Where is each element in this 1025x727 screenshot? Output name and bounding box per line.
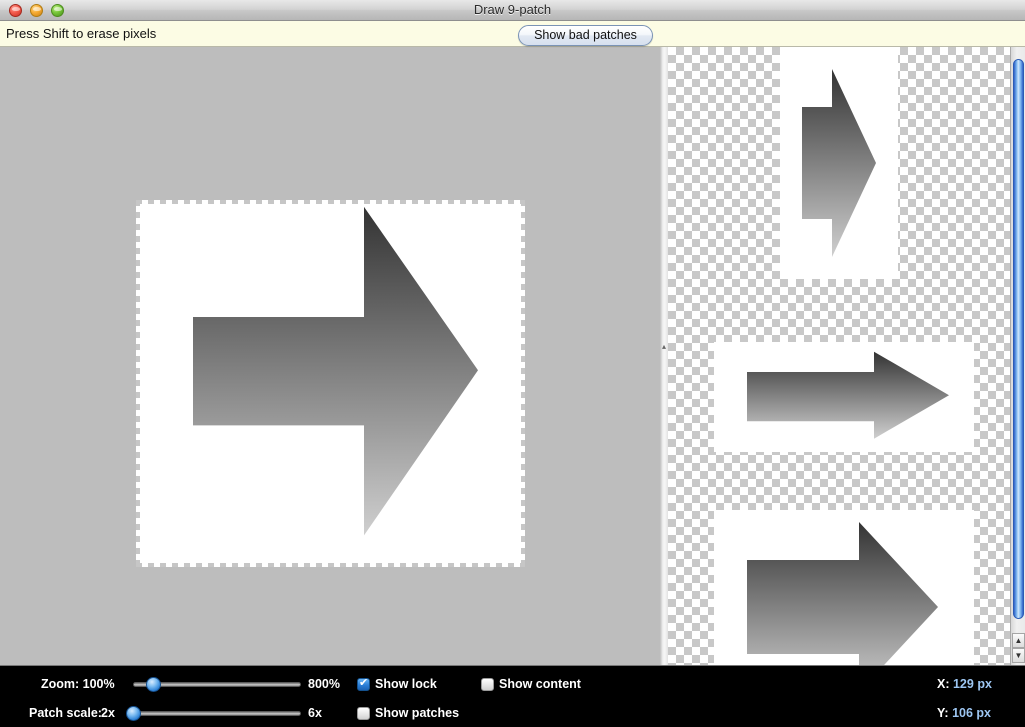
show-patches-checkbox[interactable]: [357, 707, 370, 720]
x-coordinate-value: 129 px: [952, 677, 992, 691]
show-content-label[interactable]: Show content: [499, 677, 581, 691]
close-button[interactable]: [9, 4, 22, 17]
pane-splitter[interactable]: ▴: [660, 47, 668, 665]
minimize-button[interactable]: [30, 4, 43, 17]
patch-scale-min-label: 2x: [101, 706, 115, 720]
scrollbar-thumb[interactable]: [1013, 59, 1024, 619]
window-title: Draw 9-patch: [473, 2, 552, 17]
guide-line-bottom[interactable]: [136, 563, 525, 567]
patch-scale-slider-track[interactable]: [133, 711, 301, 716]
show-patches-label[interactable]: Show patches: [375, 706, 459, 720]
y-coordinate-label: Y:: [937, 706, 949, 720]
drawing-canvas-pane[interactable]: [0, 47, 660, 665]
show-lock-checkbox[interactable]: [357, 677, 370, 691]
preview-narrow-tall: [780, 47, 898, 279]
patch-scale-max-label: 6x: [308, 706, 322, 720]
show-bad-patches-button[interactable]: Show bad patches: [518, 25, 653, 46]
x-coordinate-readout: X: 129 px: [937, 677, 992, 691]
hint-bar: Press Shift to erase pixels: [0, 21, 1025, 47]
arrow-icon: [193, 206, 478, 536]
maximize-button[interactable]: [51, 4, 64, 17]
show-content-checkbox[interactable]: [481, 678, 494, 691]
zoom-slider-knob[interactable]: [146, 677, 161, 692]
draw-9patch-window: Draw 9-patch Press Shift to erase pixels…: [0, 0, 1025, 727]
splitter-collapse-icon[interactable]: ▴: [661, 343, 667, 351]
patch-scale-slider-knob[interactable]: [126, 706, 141, 721]
scroll-down-icon[interactable]: ▼: [1012, 648, 1025, 663]
y-coordinate-value: 106 px: [952, 706, 991, 720]
vertical-scrollbar[interactable]: ▲ ▼: [1010, 47, 1025, 665]
hint-message: Press Shift to erase pixels: [6, 26, 157, 41]
arrow-icon: [747, 351, 949, 439]
work-area: ▴ ▲ ▼: [0, 47, 1025, 665]
zoom-max-label: 800%: [308, 677, 340, 691]
guide-line-left[interactable]: [136, 200, 140, 567]
show-lock-label[interactable]: Show lock: [375, 677, 437, 691]
arrow-artwork: [136, 200, 525, 567]
scroll-up-icon[interactable]: ▲: [1012, 633, 1025, 648]
preview-large: [714, 510, 974, 665]
bottom-control-bar: Zoom: 100% 800% Patch scale: 2x 6x Show …: [0, 665, 1025, 727]
preview-wide-short: [714, 342, 974, 452]
zoom-label: Zoom: 100%: [41, 677, 115, 691]
window-titlebar: Draw 9-patch: [0, 0, 1025, 21]
y-coordinate-readout: Y: 106 px: [937, 706, 991, 720]
arrow-icon: [747, 522, 938, 665]
ninepatch-image[interactable]: [136, 200, 525, 567]
guide-line-top[interactable]: [136, 200, 525, 204]
x-coordinate-label: X:: [937, 677, 950, 691]
preview-pane: [668, 47, 1010, 665]
patch-scale-label: Patch scale:: [29, 706, 102, 720]
guide-line-right[interactable]: [521, 200, 525, 567]
arrow-icon: [802, 69, 876, 257]
